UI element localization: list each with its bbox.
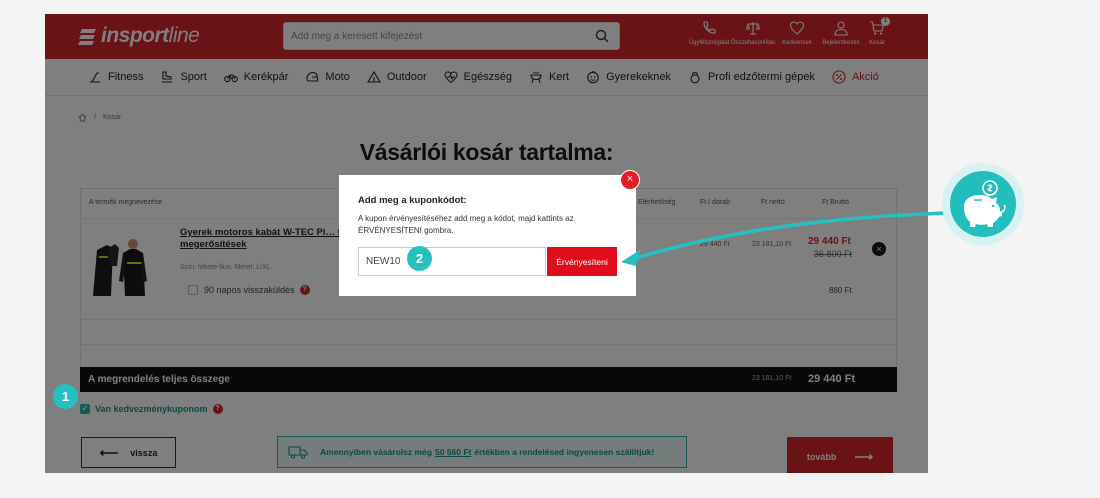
piggy-bank-icon — [964, 180, 1006, 227]
piggy-bank-circle — [950, 171, 1016, 237]
modal-close-button[interactable]: × — [620, 170, 640, 190]
validate-coupon-button[interactable]: Érvényesíteni — [547, 247, 617, 276]
modal-description: A kupon érvényesítéséhez add meg a kódot… — [358, 214, 574, 235]
stage: insportline Ügyfélszolgálat Összehasonlí… — [0, 0, 1100, 498]
coupon-code-input[interactable] — [358, 247, 546, 276]
piggy-bank-badge — [942, 163, 1024, 245]
coupon-modal: Add meg a kuponkódot: A kupon érvényesít… — [339, 175, 636, 296]
step-badge-2: 2 — [407, 246, 432, 271]
modal-title: Add meg a kuponkódot: — [358, 195, 467, 206]
step-badge-1: 1 — [53, 384, 78, 409]
